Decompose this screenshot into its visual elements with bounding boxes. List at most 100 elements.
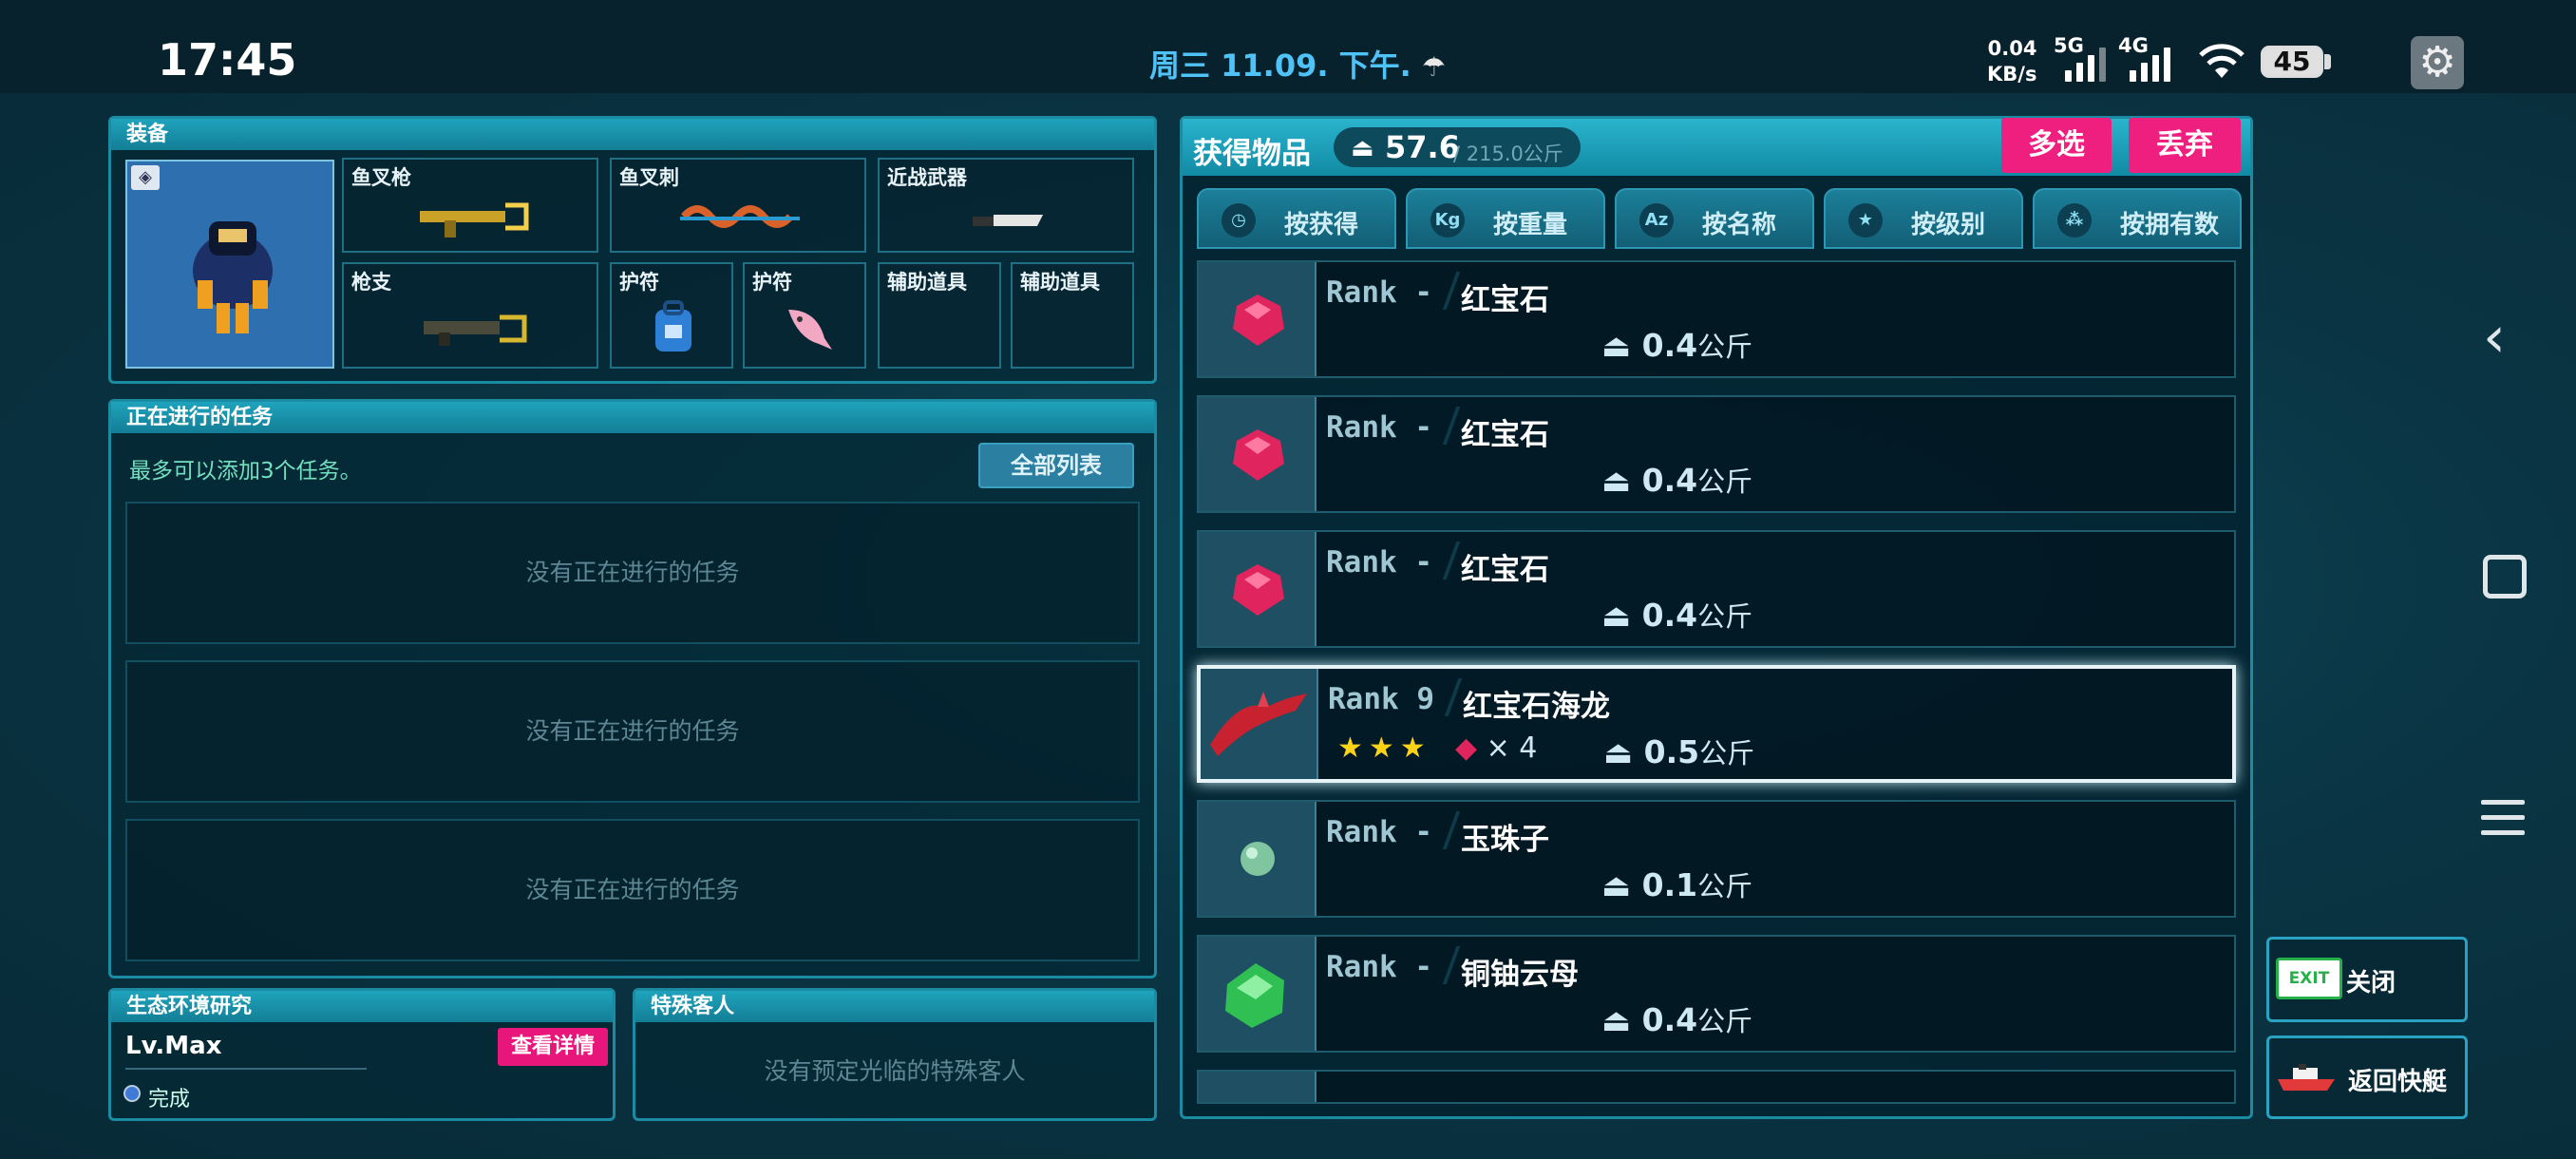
date-text: 周三 11.09. 下午. <box>1149 48 1411 84</box>
slot-charm-2[interactable]: 护符 <box>743 262 866 369</box>
all-list-button[interactable]: 全部列表 <box>978 443 1134 488</box>
slot-melee[interactable]: 近战武器 <box>878 158 1134 253</box>
knife-icon <box>973 215 1043 226</box>
tab-sort-by-count[interactable]: ⁂ 按拥有数 <box>2033 188 2242 249</box>
slot-label: 鱼叉刺 <box>619 166 679 189</box>
item-rank: Rank - <box>1326 410 1432 445</box>
divider <box>1444 678 1463 716</box>
item-thumbnail <box>1199 262 1316 376</box>
wifi-icon <box>2199 44 2245 78</box>
mica-icon <box>1225 963 1284 1028</box>
item-weight: 0.5 <box>1643 733 1700 770</box>
material-multiplier: × 4 <box>1486 732 1538 765</box>
item-row-partial[interactable] <box>1197 1070 2236 1104</box>
slot-harpoon-gun[interactable]: 鱼叉枪 <box>342 158 598 253</box>
slot-label: 辅助道具 <box>887 271 967 294</box>
divider <box>1442 946 1461 984</box>
item-thumbnail <box>1201 669 1318 779</box>
slot-label: 鱼叉枪 <box>351 166 411 189</box>
weight-icon: ⏏ <box>1601 597 1642 634</box>
back-icon[interactable]: ‹ <box>2483 304 2506 370</box>
diver-character-icon <box>193 221 273 333</box>
discard-button[interactable]: 丢弃 <box>2129 118 2241 173</box>
slot-gun[interactable]: 枪支 <box>342 262 598 369</box>
item-weight-box: ⏏ 0.1公斤 <box>1601 864 1752 904</box>
eco-level: Lv.Max <box>125 1032 222 1060</box>
star-rating-icon: ★★★ <box>1337 732 1431 765</box>
az-icon: Az <box>1639 203 1674 238</box>
weight-unit: 公斤 <box>1697 331 1753 363</box>
weight-max: / 215.0公斤 <box>1453 142 1563 165</box>
weight-icon: ⏏ <box>1601 327 1642 364</box>
weight-icon: ⏏ <box>1351 134 1374 162</box>
slot-label: 护符 <box>752 271 792 294</box>
battery-tip <box>2324 54 2331 69</box>
item-thumbnail <box>1199 532 1316 646</box>
net-speed: 0.04 KB/s <box>1987 36 2036 87</box>
divider <box>1442 811 1461 849</box>
items-title: 获得物品 <box>1193 137 1311 171</box>
item-weight-box: ⏏ 0.5公斤 <box>1603 732 1754 771</box>
net-speed-value: 0.04 <box>1987 37 2037 60</box>
tab-label: 按拥有数 <box>2120 211 2220 239</box>
slot-aux-2[interactable]: 辅助道具 <box>1011 262 1134 369</box>
tasks-title: 正在进行的任务 <box>111 402 1154 433</box>
item-row[interactable]: Rank - 红宝石 ⏏ 0.4公斤 <box>1197 530 2236 648</box>
settings-gear-icon[interactable]: ⚙ <box>2411 36 2464 89</box>
item-thumbnail <box>1199 1072 1316 1102</box>
tab-label: 按级别 <box>1911 211 1986 239</box>
item-row-selected[interactable]: Rank 9 红宝石海龙 ★★★ ◆ × 4 ⏏ 0.5公斤 <box>1197 665 2236 783</box>
item-thumbnail <box>1199 397 1316 511</box>
tab-sort-by-obtained[interactable]: ◷ 按获得 <box>1197 188 1396 249</box>
item-row[interactable]: Rank - 铜铀云母 ⏏ 0.4公斤 <box>1197 935 2236 1053</box>
battery-icon: 45 <box>2261 46 2323 78</box>
ruby-fragment-icon: ◆ <box>1455 732 1478 765</box>
task-slot-3[interactable]: 没有正在进行的任务 <box>125 819 1140 961</box>
return-to-boat-label: 返回快艇 <box>2348 1068 2448 1096</box>
slot-charm-1[interactable]: 护符 <box>610 262 733 369</box>
weight-icon: ⏏ <box>1603 733 1644 770</box>
item-row[interactable]: Rank - 玉珠子 ⏏ 0.1公斤 <box>1197 800 2236 918</box>
dolphin-charm-icon <box>788 310 832 350</box>
harpoon-icon <box>680 205 800 228</box>
weight-icon: ⏏ <box>1601 462 1642 499</box>
item-rank: Rank - <box>1326 545 1432 580</box>
slot-label: 枪支 <box>351 271 391 294</box>
home-icon[interactable] <box>2483 555 2527 598</box>
item-weight-box: ⏏ 0.4公斤 <box>1601 325 1752 365</box>
divider <box>1442 542 1461 580</box>
tab-sort-by-name[interactable]: Az 按名称 <box>1615 188 1814 249</box>
dots-icon: ⁂ <box>2057 203 2092 238</box>
ruby-icon <box>1233 294 1284 346</box>
weight-icon: ⏏ <box>1601 866 1642 903</box>
slot-aux-1[interactable]: 辅助道具 <box>878 262 1001 369</box>
task-slot-2[interactable]: 没有正在进行的任务 <box>125 660 1140 803</box>
menu-icon[interactable] <box>2481 800 2525 846</box>
tab-label: 按重量 <box>1493 211 1568 239</box>
weight-unit: 公斤 <box>1697 466 1753 498</box>
tab-sort-by-weight[interactable]: Kg 按重量 <box>1406 188 1605 249</box>
ruby-icon <box>1233 429 1284 481</box>
item-rank: Rank 9 <box>1328 682 1434 716</box>
slot-harpoon[interactable]: 鱼叉刺 <box>610 158 866 253</box>
item-weight: 0.4 <box>1641 462 1698 499</box>
item-thumbnail <box>1199 802 1316 916</box>
item-row[interactable]: Rank - 红宝石 ⏏ 0.4公斤 <box>1197 395 2236 513</box>
boat-icon <box>2278 1064 2335 1091</box>
item-row[interactable]: Rank - 红宝石 ⏏ 0.4公斤 <box>1197 260 2236 378</box>
task-slot-1[interactable]: 没有正在进行的任务 <box>125 502 1140 644</box>
slot-label: 护符 <box>619 271 659 294</box>
item-name: 红宝石 <box>1461 418 1549 452</box>
divider <box>125 1068 367 1070</box>
ruby-icon <box>1233 564 1284 616</box>
clock: 17:45 <box>158 34 297 86</box>
multi-select-button[interactable]: 多选 <box>2001 118 2112 173</box>
clock-icon: ◷ <box>1222 203 1256 238</box>
item-thumbnail <box>1199 937 1316 1051</box>
item-name: 铜铀云母 <box>1461 958 1579 992</box>
view-details-button[interactable]: 查看详情 <box>498 1028 608 1066</box>
tab-sort-by-rank[interactable]: ★ 按级别 <box>1824 188 2023 249</box>
exit-icon: EXIT <box>2276 958 2342 999</box>
slot-label: 辅助道具 <box>1020 271 1100 294</box>
harpoon-gun-icon <box>420 202 529 238</box>
